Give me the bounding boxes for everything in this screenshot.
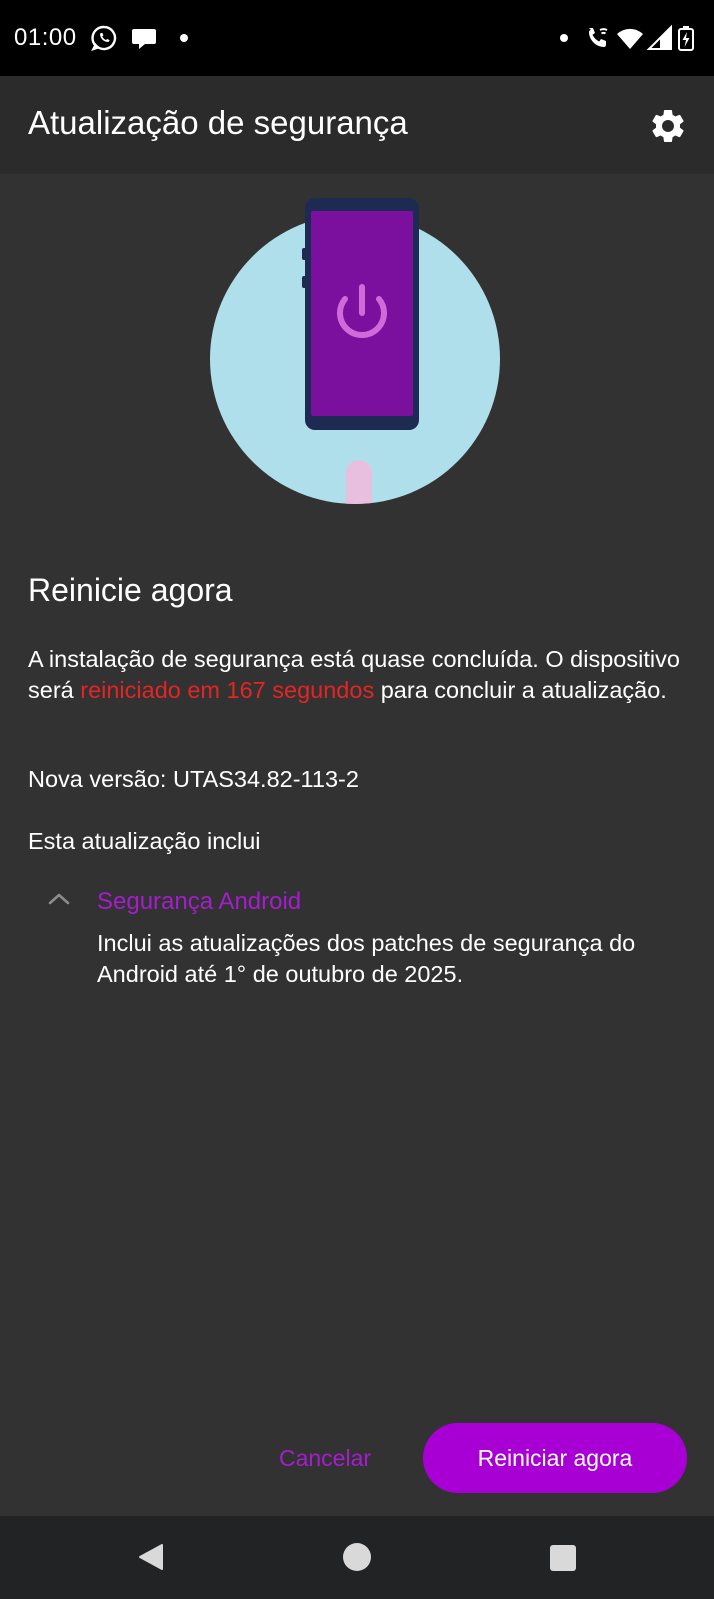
chat-bubble-icon bbox=[132, 29, 156, 49]
restart-phone-illustration bbox=[210, 198, 500, 504]
notification-dot-icon bbox=[560, 34, 568, 42]
gear-icon[interactable] bbox=[648, 106, 688, 146]
status-time: 01:00 bbox=[14, 24, 77, 51]
signal-icon bbox=[646, 24, 672, 50]
back-icon[interactable] bbox=[136, 1542, 166, 1572]
app-bar: Atualização de segurança bbox=[0, 76, 714, 174]
new-version: Nova versão: UTAS34.82-113-2 bbox=[28, 766, 359, 793]
recents-icon[interactable] bbox=[549, 1544, 577, 1572]
home-icon[interactable] bbox=[342, 1542, 372, 1572]
status-bar: 01:00 bbox=[0, 0, 714, 76]
wifi-icon bbox=[617, 28, 643, 49]
battery-charging-icon bbox=[678, 26, 694, 51]
restart-now-button[interactable]: Reiniciar agora bbox=[423, 1423, 687, 1493]
page-title: Atualização de segurança bbox=[28, 104, 408, 141]
wifi-calling-icon bbox=[589, 28, 608, 47]
section-title-android-security[interactable]: Segurança Android bbox=[97, 888, 301, 916]
restart-message: A instalação de segurança está quase con… bbox=[28, 644, 688, 706]
includes-label: Esta atualização inclui bbox=[28, 828, 261, 854]
screen: 01:00 Atualização de segurança Reinicie … bbox=[0, 0, 714, 1599]
restart-countdown: reiniciado em 167 segundos bbox=[80, 677, 375, 703]
section-description: Inclui as atualizações dos patches de se… bbox=[97, 930, 636, 987]
section-heading: Reinicie agora bbox=[28, 572, 233, 608]
chevron-up-icon[interactable] bbox=[46, 890, 72, 906]
version-label: Nova versão: bbox=[28, 766, 173, 792]
version-value: UTAS34.82-113-2 bbox=[172, 766, 359, 792]
whatsapp-icon bbox=[91, 25, 117, 52]
cancel-button[interactable]: Cancelar bbox=[262, 1422, 388, 1494]
notification-dot-icon bbox=[180, 34, 188, 42]
charging-cable bbox=[346, 460, 372, 504]
restart-message-suffix: para concluir a atualização. bbox=[374, 677, 667, 703]
